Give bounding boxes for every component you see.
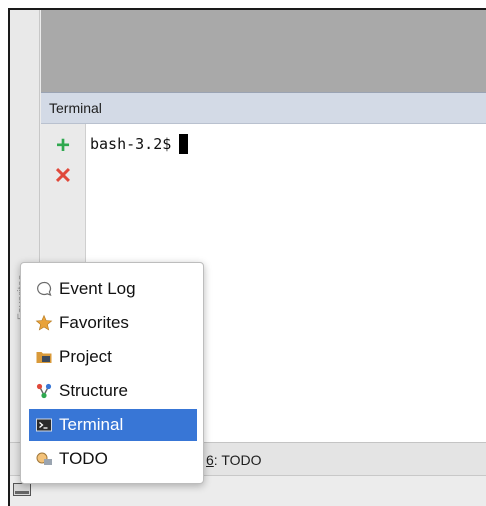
terminal-prompt: bash-3.2$ [90,134,189,154]
star-icon [35,314,53,332]
structure-icon [35,382,53,400]
terminal-cursor [179,134,189,154]
tool-windows-toggle-icon[interactable] [13,483,31,496]
terminal-title: Terminal [49,100,102,116]
popup-item-project[interactable]: Project [29,341,197,373]
popup-item-todo[interactable]: TODO [29,443,197,475]
popup-item-label: Favorites [59,313,129,332]
prompt-text: bash-3.2$ [90,135,172,153]
editor-area [41,10,486,92]
todo-icon [35,450,53,468]
popup-item-label: Event Log [59,279,136,298]
speech-bubble-icon [35,280,53,298]
todo-tab-label: : TODO [213,452,262,468]
close-icon[interactable]: ✕ [51,164,75,188]
popup-item-structure[interactable]: Structure [29,375,197,407]
ide-window: Favorites Terminal + ✕ bash-3.2$ 6 : TOD… [8,8,486,506]
folder-icon [35,348,53,366]
popup-item-favorites[interactable]: Favorites [29,307,197,339]
tool-windows-popup: Event Log Favorites Project Structure Te… [20,262,204,484]
plus-icon[interactable]: + [51,134,75,158]
terminal-icon [35,416,53,434]
terminal-header: Terminal [41,92,486,124]
popup-item-event-log[interactable]: Event Log [29,273,197,305]
popup-item-terminal[interactable]: Terminal [29,409,197,441]
popup-item-label: Terminal [59,415,124,434]
popup-item-label: TODO [59,449,108,468]
popup-item-label: Project [59,347,112,366]
todo-tab-number: 6 [206,452,214,468]
popup-item-label: Structure [59,381,128,400]
